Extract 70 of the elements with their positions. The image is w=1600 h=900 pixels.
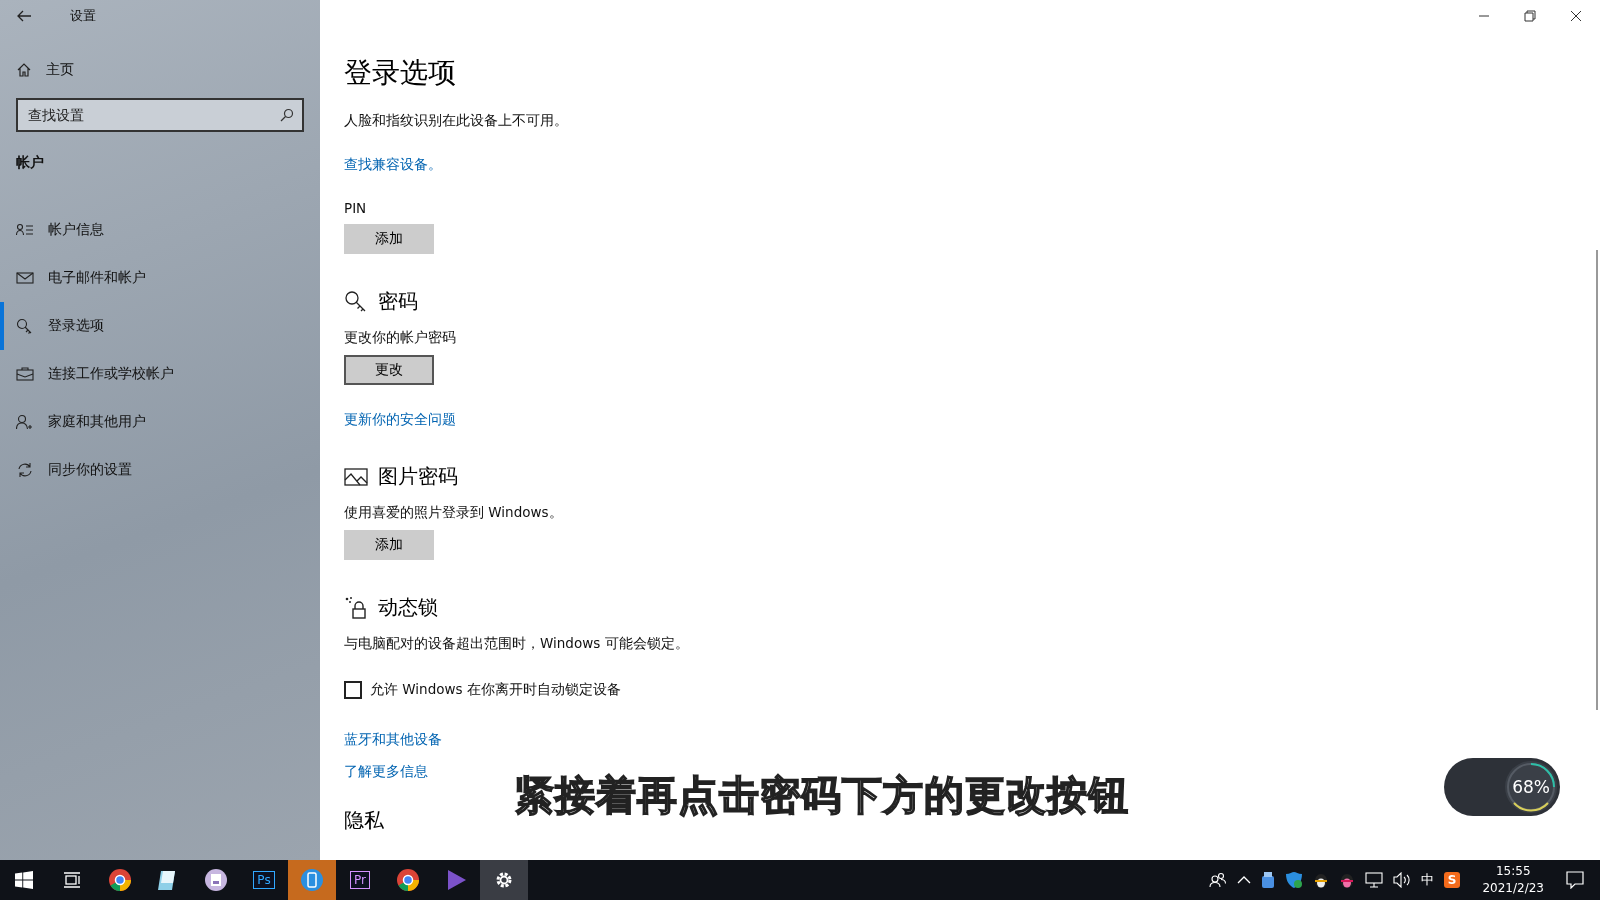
sidebar-item[interactable]: 连接工作或学校帐户: [0, 350, 320, 398]
dynamic-lock-icon: [344, 595, 368, 620]
volume-icon[interactable]: [1392, 872, 1411, 888]
clock-date[interactable]: 2021/2/23: [1482, 880, 1544, 897]
picture-icon: [344, 466, 368, 487]
section-heading: 图片密码: [378, 463, 458, 490]
person-add-icon: [16, 414, 34, 430]
compatible-devices-link[interactable]: 查找兼容设备。: [344, 156, 1576, 174]
caret-up-icon[interactable]: [1236, 875, 1251, 885]
action-button[interactable]: 添加: [344, 530, 434, 560]
search-field[interactable]: 查找设置: [16, 98, 304, 132]
add-button[interactable]: 添加: [344, 224, 434, 254]
shield-icon[interactable]: [1284, 871, 1303, 889]
video-caption: 紧接着再点击密码下方的更改按钮: [514, 771, 1129, 820]
window-title: 设置: [70, 7, 96, 25]
clock-time[interactable]: 15:55: [1495, 863, 1531, 880]
notification-icon[interactable]: [1566, 871, 1584, 889]
section-heading: 隐私: [344, 807, 385, 834]
taskbar-button[interactable]: Ps: [240, 860, 288, 900]
close-icon[interactable]: [1570, 10, 1582, 22]
mail-icon: [16, 270, 34, 286]
sidebar-item[interactable]: 电子邮件和帐户: [0, 254, 320, 302]
browser-icon: [396, 868, 420, 892]
checkbox[interactable]: [344, 681, 362, 699]
task-view-icon: [63, 872, 81, 888]
usage-reading: 68%: [1512, 777, 1550, 797]
section-description: 更改你的帐户密码: [344, 329, 457, 347]
page-title: 登录选项: [344, 55, 457, 91]
sidebar-item[interactable]: 家庭和其他用户: [0, 398, 320, 446]
taskbar-button[interactable]: [480, 860, 528, 900]
taskbar-button[interactable]: Pr: [336, 860, 384, 900]
usb-drive-icon[interactable]: [1260, 871, 1275, 889]
app-tile-icon: Pr: [350, 871, 370, 889]
usage-ring: [1504, 760, 1558, 814]
search-input[interactable]: 查找设置: [26, 106, 280, 124]
back-arrow-icon[interactable]: [16, 8, 32, 24]
sync-icon: [16, 462, 34, 478]
section-heading: 动态锁: [378, 594, 438, 621]
penguin-icon[interactable]: [1338, 871, 1355, 889]
section-label: 帐户: [15, 153, 45, 172]
key-icon: [344, 289, 368, 314]
checkbox-label[interactable]: 允许 Windows 在你离开时自动锁定设备: [370, 681, 621, 699]
penguin-icon[interactable]: [1312, 871, 1329, 889]
section-description: 使用喜爱的照片登录到 Windows。: [344, 504, 564, 522]
section-label: PIN: [344, 200, 368, 216]
home-icon: [16, 62, 32, 78]
person-list-icon: [16, 222, 34, 238]
windows-logo-icon: [15, 871, 33, 889]
briefcase-icon: [16, 366, 34, 382]
scrollbar[interactable]: [1596, 250, 1598, 710]
action-button[interactable]: 更改: [344, 355, 434, 385]
play-icon: [445, 869, 467, 891]
related-link[interactable]: 蓝牙和其他设备: [344, 731, 1576, 749]
gear-icon: [494, 870, 514, 890]
app-tile-icon: Ps: [253, 871, 275, 889]
section-heading: 密码: [378, 288, 418, 315]
search-icon: [280, 108, 294, 122]
sidebar-item[interactable]: 帐户信息: [0, 206, 320, 254]
section-description: 与电脑配对的设备超出范围时，Windows 可能会锁定。: [344, 635, 690, 653]
home-link[interactable]: 主页: [0, 50, 320, 90]
browser-icon: [108, 868, 132, 892]
restore-icon[interactable]: [1524, 10, 1536, 22]
disk-icon: [204, 868, 228, 892]
security-questions-link[interactable]: 更新你的安全问题: [344, 411, 1576, 429]
sidebar-item[interactable]: 同步你的设置: [0, 446, 320, 494]
info-text: 人脸和指纹识别在此设备上不可用。: [344, 112, 569, 130]
key-icon: [16, 318, 34, 334]
phone-icon: [300, 868, 324, 892]
input-method-indicator[interactable]: 中: [1420, 871, 1434, 889]
people-icon[interactable]: [1208, 872, 1227, 888]
